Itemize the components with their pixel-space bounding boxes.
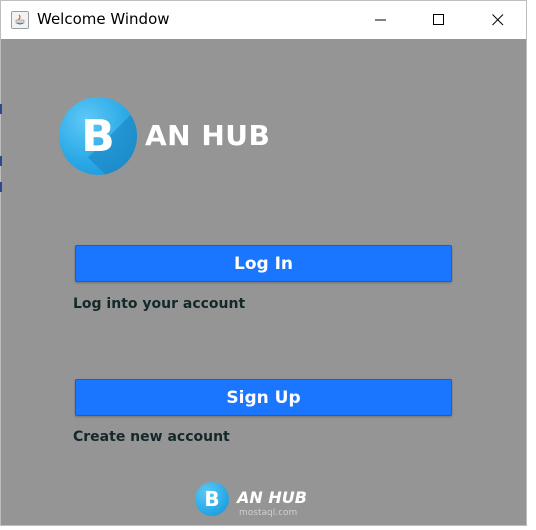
maximize-button[interactable] [416,1,462,39]
watermark-name: AN HUB [237,488,307,507]
background-window-edge [0,104,2,114]
watermark-letter: B [195,482,229,516]
background-window-edge [0,182,2,192]
login-button[interactable]: Log In [75,245,452,282]
background-window-edge [0,156,2,166]
brand-name: AN HUB [145,119,271,152]
watermark-logo: B AN HUB mostaql.com [195,480,315,520]
close-button[interactable] [475,1,521,39]
watermark-site: mostaql.com [239,508,298,518]
minimize-icon [375,19,386,21]
close-icon [492,14,504,26]
maximize-icon [433,14,444,25]
signup-caption: Create new account [73,429,230,445]
java-app-icon [11,11,29,29]
logo-letter: B [81,110,115,162]
brand-logo: B [59,97,137,175]
window-title: Welcome Window [37,10,170,28]
title-bar[interactable]: Welcome Window [1,1,526,39]
minimize-button[interactable] [358,1,404,39]
login-caption: Log into your account [73,296,246,312]
window-content: B AN HUB Log In Log into your account Si… [1,39,526,527]
signup-button[interactable]: Sign Up [75,379,452,416]
welcome-window: Welcome Window B AN HUB Log In Log into … [0,0,527,526]
